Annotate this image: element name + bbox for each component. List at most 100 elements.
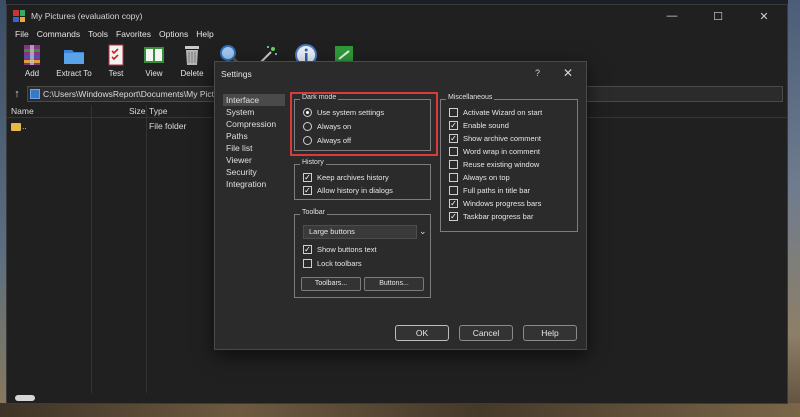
nav-security[interactable]: Security: [223, 166, 285, 178]
toolbar-group: Toolbar Large buttons ⌄ ✓ Show buttons t…: [294, 209, 431, 298]
settings-dialog: Settings ? ✕ Interface System Compressio…: [214, 61, 587, 350]
minimize-button[interactable]: —: [649, 5, 695, 27]
row-type: File folder: [149, 121, 187, 131]
menu-commands[interactable]: Commands: [33, 29, 84, 39]
dialog-close-button[interactable]: ✕: [563, 66, 573, 80]
dialog-help-button[interactable]: ?: [535, 68, 540, 78]
nav-compression[interactable]: Compression: [223, 118, 285, 130]
add-button[interactable]: Add: [13, 41, 51, 78]
checkbox-unchecked[interactable]: [449, 108, 458, 117]
option-label: Show archive comment: [463, 134, 541, 143]
history-title: History: [300, 159, 326, 166]
extract-to-button[interactable]: Extract To: [51, 41, 97, 78]
toolbar-title: Toolbar: [300, 209, 327, 216]
misc-option[interactable]: ✓ Taskbar progress bar: [449, 212, 533, 221]
misc-option[interactable]: ✓ Show archive comment: [449, 134, 541, 143]
option-label: Show buttons text: [317, 245, 377, 254]
option-label: Keep archives history: [317, 173, 389, 182]
test-button[interactable]: Test: [97, 41, 135, 78]
checkbox-checked[interactable]: ✓: [303, 173, 312, 182]
desktop-wallpaper-right: [788, 0, 800, 417]
checkbox-checked[interactable]: ✓: [303, 245, 312, 254]
checkbox-unchecked[interactable]: [449, 186, 458, 195]
lock-toolbars-option[interactable]: Lock toolbars: [303, 259, 362, 268]
checkbox-checked[interactable]: ✓: [449, 212, 458, 221]
option-label: Always on top: [463, 173, 510, 182]
help-button[interactable]: Help: [523, 325, 577, 341]
window-title: My Pictures (evaluation copy): [31, 11, 143, 21]
option-label: Enable sound: [463, 121, 509, 130]
option-label: Word wrap in comment: [463, 147, 540, 156]
misc-title: Miscellaneous: [446, 94, 495, 101]
menu-options[interactable]: Options: [155, 29, 192, 39]
menu-favorites[interactable]: Favorites: [112, 29, 155, 39]
checkbox-unchecked[interactable]: [303, 259, 312, 268]
buttons-button[interactable]: Buttons...: [364, 277, 424, 291]
misc-option[interactable]: Full paths in title bar: [449, 186, 530, 195]
trash-icon: [180, 43, 204, 67]
column-name[interactable]: Name: [11, 106, 34, 116]
misc-option[interactable]: Always on top: [449, 173, 510, 182]
drive-icon: [30, 89, 40, 99]
extract-folder-icon: [62, 43, 86, 67]
settings-nav: Interface System Compression Paths File …: [223, 94, 285, 190]
cancel-button[interactable]: Cancel: [459, 325, 513, 341]
misc-option[interactable]: Word wrap in comment: [449, 147, 540, 156]
nav-file-list[interactable]: File list: [223, 142, 285, 154]
row-name: ..: [22, 121, 27, 131]
option-label: Activate Wizard on start: [463, 108, 543, 117]
nav-system[interactable]: System: [223, 106, 285, 118]
misc-option[interactable]: ✓ Windows progress bars: [449, 199, 541, 208]
view-book-icon: [142, 43, 166, 67]
button-size-select[interactable]: Large buttons: [303, 225, 417, 239]
menu-help[interactable]: Help: [192, 29, 217, 39]
nav-paths[interactable]: Paths: [223, 130, 285, 142]
nav-viewer[interactable]: Viewer: [223, 154, 285, 166]
up-folder-icon[interactable]: ↑: [7, 88, 27, 100]
menu-bar: File Commands Tools Favorites Options He…: [7, 27, 787, 41]
path-text: C:\Users\WindowsReport\Documents\My Pict…: [43, 89, 231, 99]
show-buttons-text-option[interactable]: ✓ Show buttons text: [303, 245, 377, 254]
checkbox-checked[interactable]: ✓: [449, 199, 458, 208]
extract-to-label: Extract To: [56, 69, 92, 78]
option-label: Reuse existing window: [463, 160, 540, 169]
test-checklist-icon: [104, 43, 128, 67]
column-size[interactable]: Size: [129, 106, 146, 116]
misc-option[interactable]: ✓ Enable sound: [449, 121, 509, 130]
option-label: Taskbar progress bar: [463, 212, 534, 221]
column-divider: [91, 105, 92, 395]
delete-button[interactable]: Delete: [173, 41, 211, 78]
menu-file[interactable]: File: [11, 29, 33, 39]
view-label: View: [145, 69, 163, 78]
checkbox-unchecked[interactable]: [449, 173, 458, 182]
nav-interface[interactable]: Interface: [223, 94, 285, 106]
chevron-down-icon[interactable]: ⌄: [419, 226, 427, 237]
column-type[interactable]: Type: [149, 106, 167, 116]
column-divider: [146, 105, 147, 395]
dialog-title: Settings: [221, 69, 252, 79]
toolbars-button[interactable]: Toolbars...: [301, 277, 361, 291]
miscellaneous-group: Miscellaneous Activate Wizard on start ✓…: [440, 94, 578, 232]
checkbox-checked[interactable]: ✓: [449, 134, 458, 143]
winrar-logo-icon: [13, 10, 25, 22]
allow-history-option[interactable]: ✓ Allow history in dialogs: [303, 186, 393, 195]
option-label: Windows progress bars: [463, 199, 542, 208]
keep-history-option[interactable]: ✓ Keep archives history: [303, 173, 389, 182]
misc-option[interactable]: Reuse existing window: [449, 160, 539, 169]
checkbox-unchecked[interactable]: [449, 147, 458, 156]
option-label: Lock toolbars: [317, 259, 362, 268]
checkbox-checked[interactable]: ✓: [449, 121, 458, 130]
checkbox-unchecked[interactable]: [449, 160, 458, 169]
menu-tools[interactable]: Tools: [84, 29, 112, 39]
option-label: Allow history in dialogs: [317, 186, 393, 195]
maximize-button[interactable]: ☐: [695, 5, 741, 27]
close-button[interactable]: ✕: [741, 5, 787, 27]
ok-button[interactable]: OK: [395, 325, 449, 341]
nav-integration[interactable]: Integration: [223, 178, 285, 190]
desktop-wallpaper-bottom: [0, 403, 800, 417]
misc-option[interactable]: Activate Wizard on start: [449, 108, 542, 117]
status-toggle-icon[interactable]: [15, 395, 35, 401]
view-button[interactable]: View: [135, 41, 173, 78]
checkbox-checked[interactable]: ✓: [303, 186, 312, 195]
test-label: Test: [108, 69, 124, 78]
